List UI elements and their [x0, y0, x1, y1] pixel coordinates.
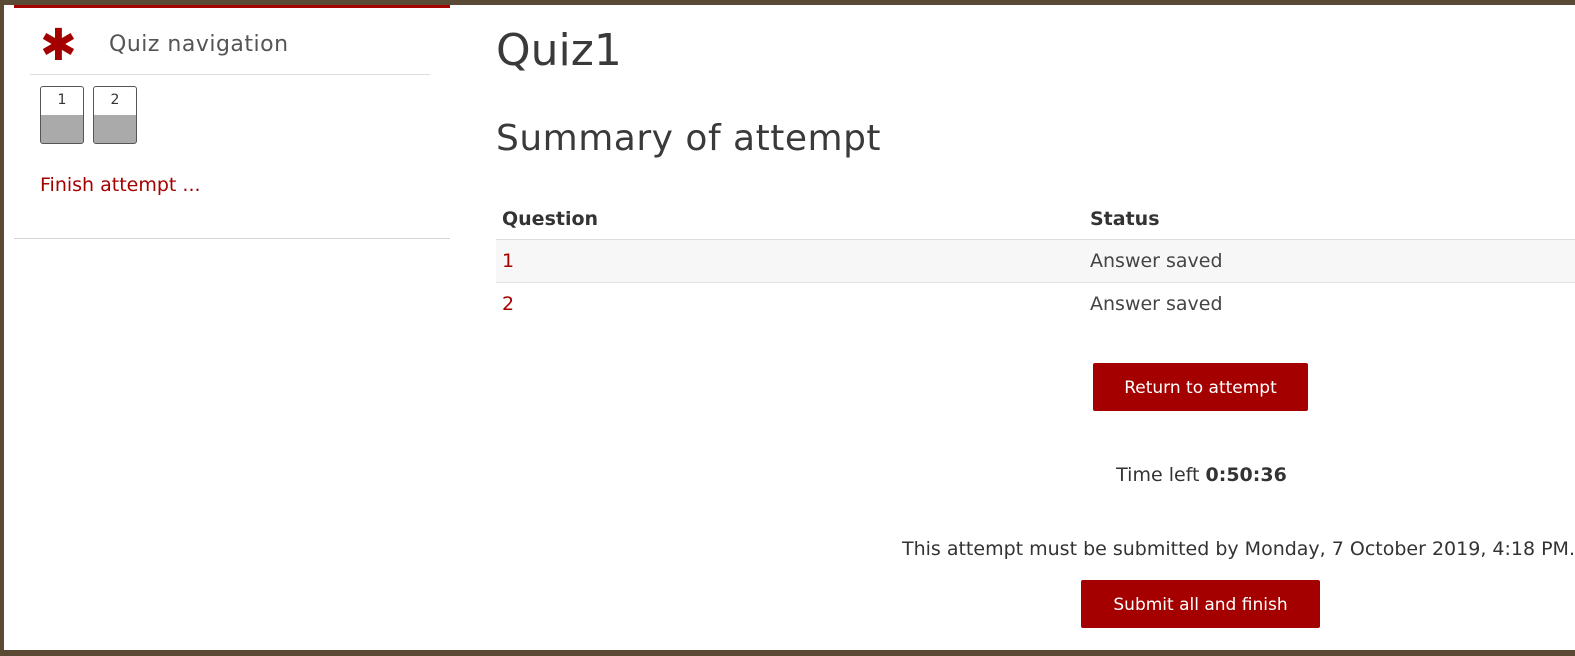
submission-deadline-text: This attempt must be submitted by Monday… — [901, 538, 1575, 560]
summary-heading: Summary of attempt — [496, 118, 882, 159]
question-cell: 1 — [496, 239, 1084, 283]
table-header-row: Question Status — [496, 199, 1575, 240]
table-row: 2 Answer saved — [496, 283, 1575, 326]
submit-all-and-finish-button[interactable]: Submit all and finish — [1081, 580, 1320, 628]
question-cell: 2 — [496, 283, 1084, 326]
summary-table: Question Status 1 Answer saved 2 Answer … — [496, 199, 1575, 325]
question-link-2[interactable]: 2 — [502, 293, 514, 315]
question-nav-button-1[interactable]: 1 — [40, 86, 84, 144]
question-nav-button-2[interactable]: 2 — [93, 86, 137, 144]
time-left: Time left 0:50:36 — [1004, 464, 1399, 486]
finish-attempt-link[interactable]: Finish attempt ... — [40, 174, 201, 196]
return-to-attempt-button[interactable]: Return to attempt — [1093, 363, 1308, 411]
time-left-label: Time left — [1116, 464, 1200, 486]
asterisk-icon: ✱ — [40, 20, 77, 71]
column-header-status: Status — [1084, 199, 1575, 240]
frame-bottom-border — [0, 650, 1575, 656]
status-cell: Answer saved — [1084, 239, 1575, 283]
column-header-question: Question — [496, 199, 1084, 240]
question-nav-number: 1 — [57, 92, 67, 108]
page-title: Quiz1 — [496, 25, 622, 76]
page-content: ✱ Quiz navigation 1 2 Finish attempt ...… — [4, 5, 1575, 650]
quiz-navigation-block: ✱ Quiz navigation 1 2 Finish attempt ... — [14, 5, 450, 239]
quiz-navigation-title: Quiz navigation — [109, 32, 289, 57]
status-cell: Answer saved — [1090, 293, 1223, 315]
question-nav-number: 2 — [110, 92, 120, 108]
quiz-navigation-header: ✱ Quiz navigation — [30, 20, 430, 75]
time-left-value: 0:50:36 — [1205, 464, 1287, 486]
question-link-1[interactable]: 1 — [502, 250, 514, 272]
table-row: 1 Answer saved — [496, 239, 1575, 283]
